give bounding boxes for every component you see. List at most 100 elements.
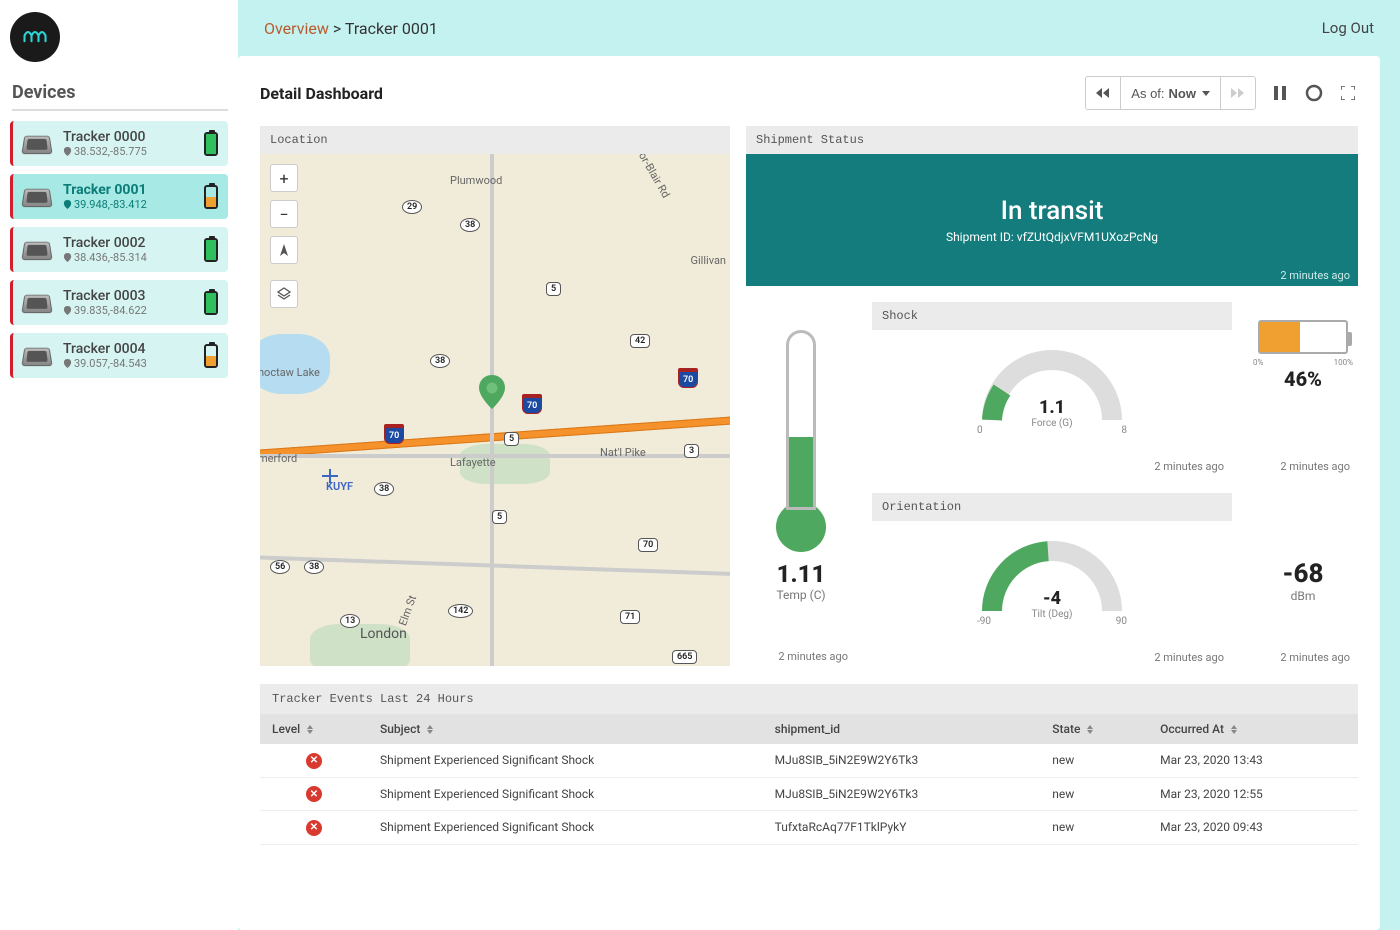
device-icon [21,241,52,259]
table-header[interactable]: Level [260,714,368,744]
device-item[interactable]: Tracker 0002 38.436,-85.314 [10,227,228,272]
battery-icon [1258,320,1348,354]
map-shield: 3 [684,444,699,458]
signal-timestamp: 2 minutes ago [1280,651,1350,664]
device-name: Tracker 0002 [63,235,204,251]
app-logo [10,12,60,62]
page-title: Detail Dashboard [260,84,383,103]
map-water [260,334,330,394]
dashboard: Detail Dashboard As of: Now [238,56,1380,930]
device-name: Tracker 0000 [63,129,204,145]
orientation-title: Orientation [872,493,1232,521]
map-shield: 70 [638,538,658,552]
battery-icon [204,238,218,262]
device-item[interactable]: Tracker 0000 38.532,-85.775 [10,121,228,166]
map-label: Gillivan [691,254,727,267]
cell-shipment-id: MJu8SIB_5iN2E9W2Y6Tk3 [763,744,1041,777]
cell-occurred: Mar 23, 2020 13:43 [1148,744,1358,777]
device-icon [21,347,52,365]
sort-icon [427,725,433,734]
cell-shipment-id: TufxtaRcAq77F1TklPykY [763,811,1041,845]
time-prev-button[interactable] [1086,77,1121,109]
time-select-button[interactable]: As of: Now [1121,77,1221,109]
map-road [490,154,494,666]
map-marker-icon [479,375,505,409]
table-header[interactable]: State [1040,714,1148,744]
cell-subject: Shipment Experienced Significant Shock [368,744,763,777]
pin-icon [63,200,72,209]
device-item[interactable]: Tracker 0003 39.835,-84.622 [10,280,228,325]
table-row[interactable]: ✕ Shipment Experienced Significant Shock… [260,811,1358,845]
signal-panel: -68 dBm 2 minutes ago [1248,493,1358,668]
pin-icon [63,253,72,262]
map-shield: 42 [630,334,650,348]
device-icon [21,135,52,153]
table-row[interactable]: ✕ Shipment Experienced Significant Shock… [260,744,1358,777]
sort-icon [1087,725,1093,734]
pin-icon [63,147,72,156]
device-name: Tracker 0001 [63,182,204,198]
map-layers-button[interactable] [270,280,298,308]
sort-icon [1231,725,1237,734]
map-shield: 5 [546,282,561,296]
device-coords: 39.057,-84.543 [63,357,204,370]
map-shield: 70 [522,394,542,414]
events-table: Level Subject shipment_idState Occurred … [260,714,1358,845]
sidebar: Devices Tracker 0000 38.532,-85.775 Trac… [0,0,238,930]
map[interactable]: + − Plumwood Gillivan Lafayette London N… [260,154,730,666]
device-item[interactable]: Tracker 0001 39.948,-83.412 [10,174,228,219]
device-coords: 39.835,-84.622 [63,304,204,317]
table-header[interactable]: Subject [368,714,763,744]
fullscreen-button[interactable] [1338,83,1358,103]
time-next-button[interactable] [1221,77,1255,109]
map-label: merford [260,452,297,465]
table-header[interactable]: Occurred At [1148,714,1358,744]
orientation-gauge [972,531,1132,616]
chevron-down-icon [1202,91,1210,96]
status-text: In transit [1001,196,1104,226]
battery-value: 46% [1284,367,1322,391]
level-error-icon: ✕ [306,786,322,802]
map-label: hoctaw Lake [260,366,320,379]
map-label: Elm St [396,594,419,628]
device-item[interactable]: Tracker 0004 39.057,-84.543 [10,333,228,378]
battery-panel: 0%100% 46% 2 minutes ago [1248,302,1358,477]
cell-state: new [1040,744,1148,777]
map-label: Plumwood [450,174,502,187]
temperature-label: Temp (C) [776,588,825,602]
map-shield: 29 [402,200,422,214]
breadcrumb-sep: > [333,19,341,38]
device-coords: 38.532,-85.775 [63,145,204,158]
temperature-panel: 1.11 Temp (C) 2 minutes ago [746,302,856,667]
refresh-button[interactable] [1304,83,1324,103]
location-panel: Location + − [260,126,730,666]
device-name: Tracker 0004 [63,341,204,357]
cell-subject: Shipment Experienced Significant Shock [368,777,763,811]
map-shield: 56 [270,560,290,574]
map-shield: 71 [620,610,640,624]
logout-link[interactable]: Log Out [1322,19,1374,37]
breadcrumb: Overview > Tracker 0001 [264,19,438,38]
map-shield: 142 [448,604,473,618]
orientation-timestamp: 2 minutes ago [1154,651,1224,664]
breadcrumb-root[interactable]: Overview [264,19,329,38]
map-zoom-out-button[interactable]: − [270,200,298,228]
topbar: Overview > Tracker 0001 Log Out [238,0,1400,56]
signal-unit: dBm [1291,589,1316,603]
map-orient-button[interactable] [270,236,298,264]
events-title: Tracker Events Last 24 Hours [260,684,1358,714]
device-icon [21,188,52,206]
map-shield: 70 [678,368,698,388]
map-shield: 38 [374,482,394,496]
shipment-status-title: Shipment Status [746,126,1358,154]
devices-heading: Devices [12,82,228,111]
map-zoom-in-button[interactable]: + [270,164,298,192]
status-subtext: Shipment ID: vfZUtQdjxVFM1UXozPcNg [946,230,1158,244]
pause-button[interactable] [1270,83,1290,103]
shock-title: Shock [872,302,1232,330]
table-row[interactable]: ✕ Shipment Experienced Significant Shock… [260,777,1358,811]
main: Overview > Tracker 0001 Log Out Detail D… [238,0,1400,930]
map-shield: 38 [304,560,324,574]
map-shield: 5 [492,510,507,524]
cell-state: new [1040,811,1148,845]
